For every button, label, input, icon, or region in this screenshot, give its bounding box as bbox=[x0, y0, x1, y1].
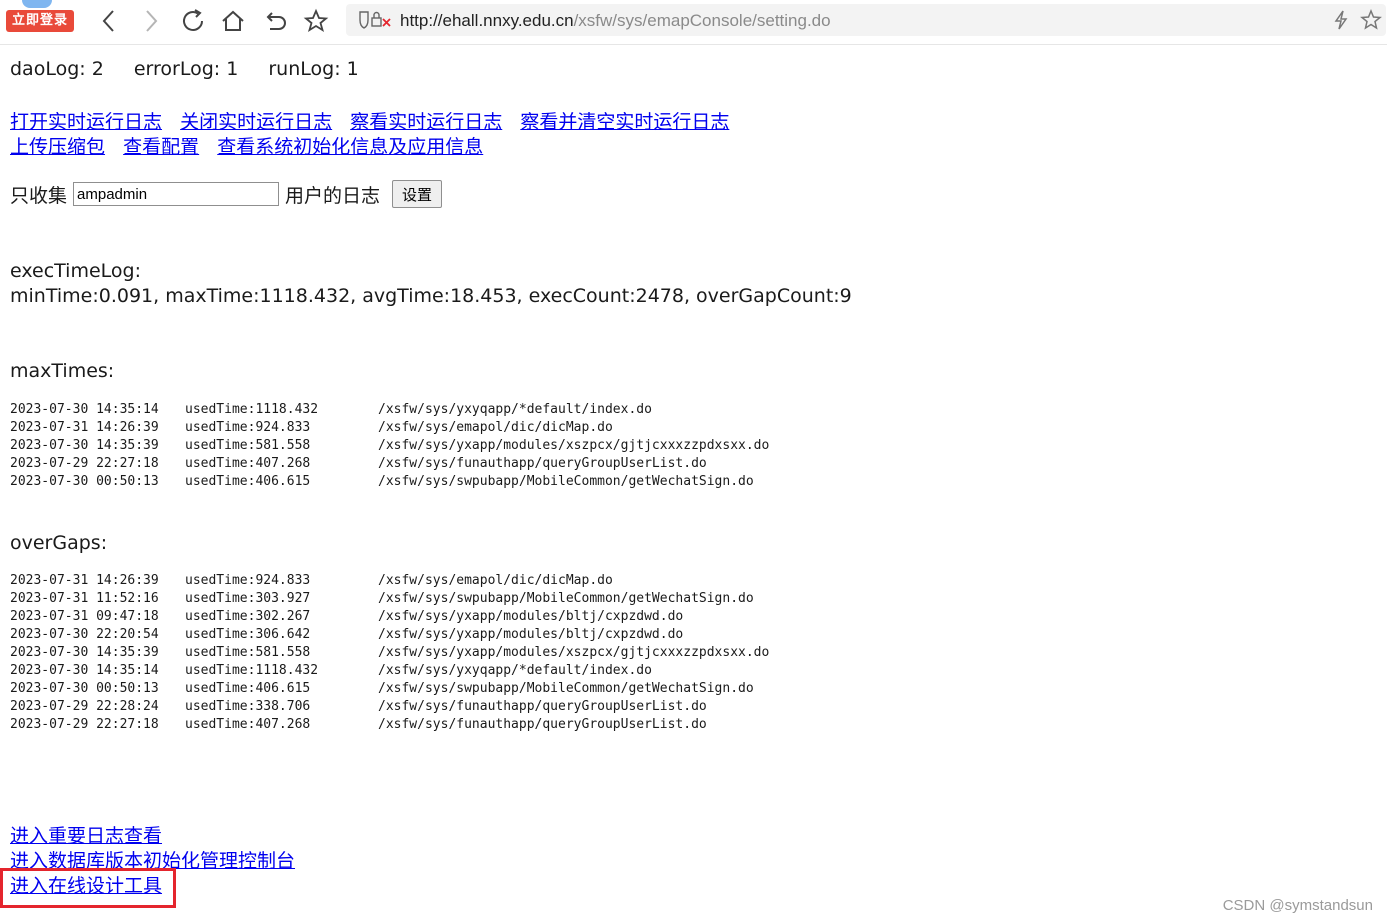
exec-time-summary: minTime:0.091, maxTime:1118.432, avgTime… bbox=[10, 285, 852, 307]
table-row: 2023-07-30 14:35:39 usedTime:581.558/xsfw… bbox=[10, 644, 769, 662]
log-time-cell: 2023-07-29 22:27:18 bbox=[10, 456, 159, 471]
log-path-cell: /xsfw/sys/yxyqapp/*default/index.do bbox=[378, 663, 652, 678]
home-icon[interactable] bbox=[218, 6, 248, 36]
table-row: 2023-07-29 22:28:24 usedTime:338.706/xsfw… bbox=[10, 698, 769, 716]
table-row: 2023-07-29 22:27:18 usedTime:407.268/xsfw… bbox=[10, 716, 769, 734]
log-used-time-cell: usedTime:407.268 bbox=[185, 456, 311, 471]
log-used-time-cell: usedTime:306.642 bbox=[185, 627, 311, 642]
log-used-time-cell: usedTime:303.927 bbox=[185, 591, 311, 606]
collect-user-input[interactable] bbox=[73, 182, 280, 206]
exec-time-log-label: execTimeLog: bbox=[10, 260, 141, 282]
log-path-cell: /xsfw/sys/emapol/dic/dicMap.do bbox=[378, 573, 613, 588]
log-time-cell: 2023-07-31 14:26:39 bbox=[10, 573, 159, 588]
max-times-table: 2023-07-30 14:35:14 usedTime:1118.432/xsf… bbox=[10, 401, 769, 491]
important-logs-link[interactable]: 进入重要日志查看 bbox=[10, 825, 162, 847]
table-row: 2023-07-31 09:47:18 usedTime:302.267/xsfw… bbox=[10, 608, 769, 626]
log-used-time-cell: usedTime:1118.432 bbox=[185, 663, 319, 678]
run-log-count: runLog: 1 bbox=[268, 58, 359, 80]
log-used-time-cell: usedTime:924.833 bbox=[185, 420, 311, 435]
forward-icon[interactable] bbox=[136, 6, 166, 36]
log-path-cell: /xsfw/sys/yxapp/modules/bltj/cxpzdwd.do bbox=[378, 609, 684, 624]
config-actions-row: 上传压缩包 查看配置 查看系统初始化信息及应用信息 bbox=[10, 132, 496, 159]
log-path-cell: /xsfw/sys/swpubapp/MobileCommon/getWecha… bbox=[378, 591, 754, 606]
table-row: 2023-07-30 00:50:13 usedTime:406.615/xsfw… bbox=[10, 680, 769, 698]
log-time-cell: 2023-07-30 14:35:14 bbox=[10, 402, 159, 417]
log-used-time-cell: usedTime:1118.432 bbox=[185, 402, 319, 417]
security-warning-icon[interactable] bbox=[356, 10, 392, 30]
log-time-cell: 2023-07-30 14:35:14 bbox=[10, 663, 159, 678]
log-path-cell: /xsfw/sys/yxyqapp/*default/index.do bbox=[378, 402, 652, 417]
log-path-cell: /xsfw/sys/swpubapp/MobileCommon/getWecha… bbox=[378, 681, 754, 696]
collect-suffix-label: 用户的日志 bbox=[285, 184, 381, 207]
over-gaps-table: 2023-07-31 14:26:39 usedTime:924.833/xsfw… bbox=[10, 572, 769, 734]
view-clear-realtime-log-link[interactable]: 察看并清空实时运行日志 bbox=[520, 111, 729, 133]
back-icon[interactable] bbox=[94, 6, 124, 36]
upload-zip-link[interactable]: 上传压缩包 bbox=[10, 136, 105, 158]
log-path-cell: /xsfw/sys/swpubapp/MobileCommon/getWecha… bbox=[378, 474, 754, 489]
log-time-cell: 2023-07-30 22:20:54 bbox=[10, 627, 159, 642]
collect-prefix-label: 只收集 bbox=[10, 184, 68, 207]
log-actions-row: 打开实时运行日志 关闭实时运行日志 察看实时运行日志 察看并清空实时运行日志 bbox=[10, 107, 742, 134]
log-used-time-cell: usedTime:407.268 bbox=[185, 717, 311, 732]
table-row: 2023-07-30 22:20:54 usedTime:306.642/xsfw… bbox=[10, 626, 769, 644]
log-time-cell: 2023-07-31 11:52:16 bbox=[10, 591, 159, 606]
undo-icon[interactable] bbox=[260, 6, 290, 36]
log-used-time-cell: usedTime:581.558 bbox=[185, 438, 311, 453]
log-path-cell: /xsfw/sys/funauthapp/queryGroupUserList.… bbox=[378, 699, 707, 714]
dao-log-count: daoLog: 2 bbox=[10, 58, 104, 80]
lightning-icon[interactable] bbox=[1330, 9, 1352, 31]
log-used-time-cell: usedTime:406.615 bbox=[185, 681, 311, 696]
watermark-text: CSDN @symstandsun bbox=[1222, 897, 1373, 914]
log-time-cell: 2023-07-29 22:27:18 bbox=[10, 717, 159, 732]
view-config-link[interactable]: 查看配置 bbox=[123, 136, 199, 158]
log-time-cell: 2023-07-30 00:50:13 bbox=[10, 474, 159, 489]
table-row: 2023-07-31 11:52:16 usedTime:303.927/xsfw… bbox=[10, 590, 769, 608]
log-time-cell: 2023-07-30 00:50:13 bbox=[10, 681, 159, 696]
set-button[interactable]: 设置 bbox=[392, 180, 443, 208]
log-used-time-cell: usedTime:338.706 bbox=[185, 699, 311, 714]
url-text[interactable]: http://ehall.nnxy.edu.cn/xsfw/sys/emapCo… bbox=[400, 11, 831, 31]
log-used-time-cell: usedTime:302.267 bbox=[185, 609, 311, 624]
table-row: 2023-07-30 14:35:14 usedTime:1118.432/xsf… bbox=[10, 662, 769, 680]
refresh-icon[interactable] bbox=[178, 6, 208, 36]
log-used-time-cell: usedTime:581.558 bbox=[185, 645, 311, 660]
address-bar[interactable]: http://ehall.nnxy.edu.cn/xsfw/sys/emapCo… bbox=[346, 4, 1386, 36]
collect-user-form: 只收集 用户的日志 设置 bbox=[10, 180, 443, 208]
over-gaps-label: overGaps: bbox=[10, 532, 108, 554]
error-log-count: errorLog: 1 bbox=[133, 58, 239, 80]
log-path-cell: /xsfw/sys/funauthapp/queryGroupUserList.… bbox=[378, 717, 707, 732]
log-counters: daoLog: 2 errorLog: 1 runLog: 1 bbox=[10, 58, 383, 80]
log-path-cell: /xsfw/sys/yxapp/modules/bltj/cxpzdwd.do bbox=[378, 627, 684, 642]
log-time-cell: 2023-07-30 14:35:39 bbox=[10, 438, 159, 453]
table-row: 2023-07-30 00:50:13 usedTime:406.615/xsfw… bbox=[10, 473, 769, 491]
log-used-time-cell: usedTime:924.833 bbox=[185, 573, 311, 588]
bookmark-star-icon[interactable] bbox=[301, 6, 331, 36]
browser-toolbar: 立即登录 http://ehall.nnxy.edu.cn/xsfw/sys/e… bbox=[0, 0, 1387, 45]
highlight-annotation-box bbox=[0, 868, 176, 908]
log-time-cell: 2023-07-31 14:26:39 bbox=[10, 420, 159, 435]
login-button[interactable]: 立即登录 bbox=[6, 10, 74, 32]
table-row: 2023-07-29 22:27:18 usedTime:407.268/xsfw… bbox=[10, 455, 769, 473]
table-row: 2023-07-30 14:35:39 usedTime:581.558/xsfw… bbox=[10, 437, 769, 455]
log-time-cell: 2023-07-30 14:35:39 bbox=[10, 645, 159, 660]
close-realtime-log-link[interactable]: 关闭实时运行日志 bbox=[180, 111, 332, 133]
log-time-cell: 2023-07-31 09:47:18 bbox=[10, 609, 159, 624]
view-realtime-log-link[interactable]: 察看实时运行日志 bbox=[350, 111, 502, 133]
log-path-cell: /xsfw/sys/funauthapp/queryGroupUserList.… bbox=[378, 456, 707, 471]
url-host: http://ehall.nnxy.edu.cn bbox=[400, 11, 574, 30]
log-path-cell: /xsfw/sys/yxapp/modules/xszpcx/gjtjcxxxz… bbox=[378, 438, 770, 453]
log-path-cell: /xsfw/sys/emapol/dic/dicMap.do bbox=[378, 420, 613, 435]
url-path: /xsfw/sys/emapConsole/setting.do bbox=[573, 11, 831, 30]
table-row: 2023-07-31 14:26:39 usedTime:924.833/xsfw… bbox=[10, 419, 769, 437]
log-path-cell: /xsfw/sys/yxapp/modules/xszpcx/gjtjcxxxz… bbox=[378, 645, 770, 660]
max-times-label: maxTimes: bbox=[10, 360, 115, 382]
open-realtime-log-link[interactable]: 打开实时运行日志 bbox=[10, 111, 162, 133]
favorite-star-icon[interactable] bbox=[1360, 9, 1382, 31]
view-init-info-link[interactable]: 查看系统初始化信息及应用信息 bbox=[217, 136, 483, 158]
badge-decoration bbox=[22, 0, 52, 8]
log-used-time-cell: usedTime:406.615 bbox=[185, 474, 311, 489]
log-time-cell: 2023-07-29 22:28:24 bbox=[10, 699, 159, 714]
table-row: 2023-07-30 14:35:14 usedTime:1118.432/xsf… bbox=[10, 401, 769, 419]
table-row: 2023-07-31 14:26:39 usedTime:924.833/xsfw… bbox=[10, 572, 769, 590]
